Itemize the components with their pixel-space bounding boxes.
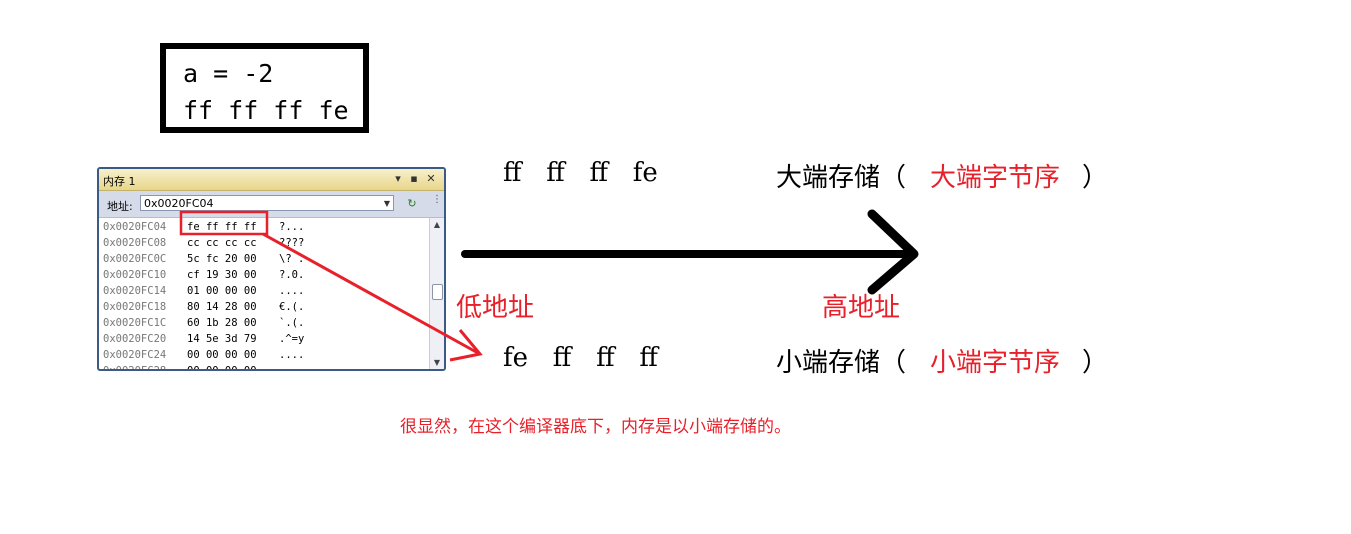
annotation-overlay	[179, 209, 919, 362]
red-arrow-line	[262, 232, 479, 355]
highlight-box	[179, 210, 269, 236]
